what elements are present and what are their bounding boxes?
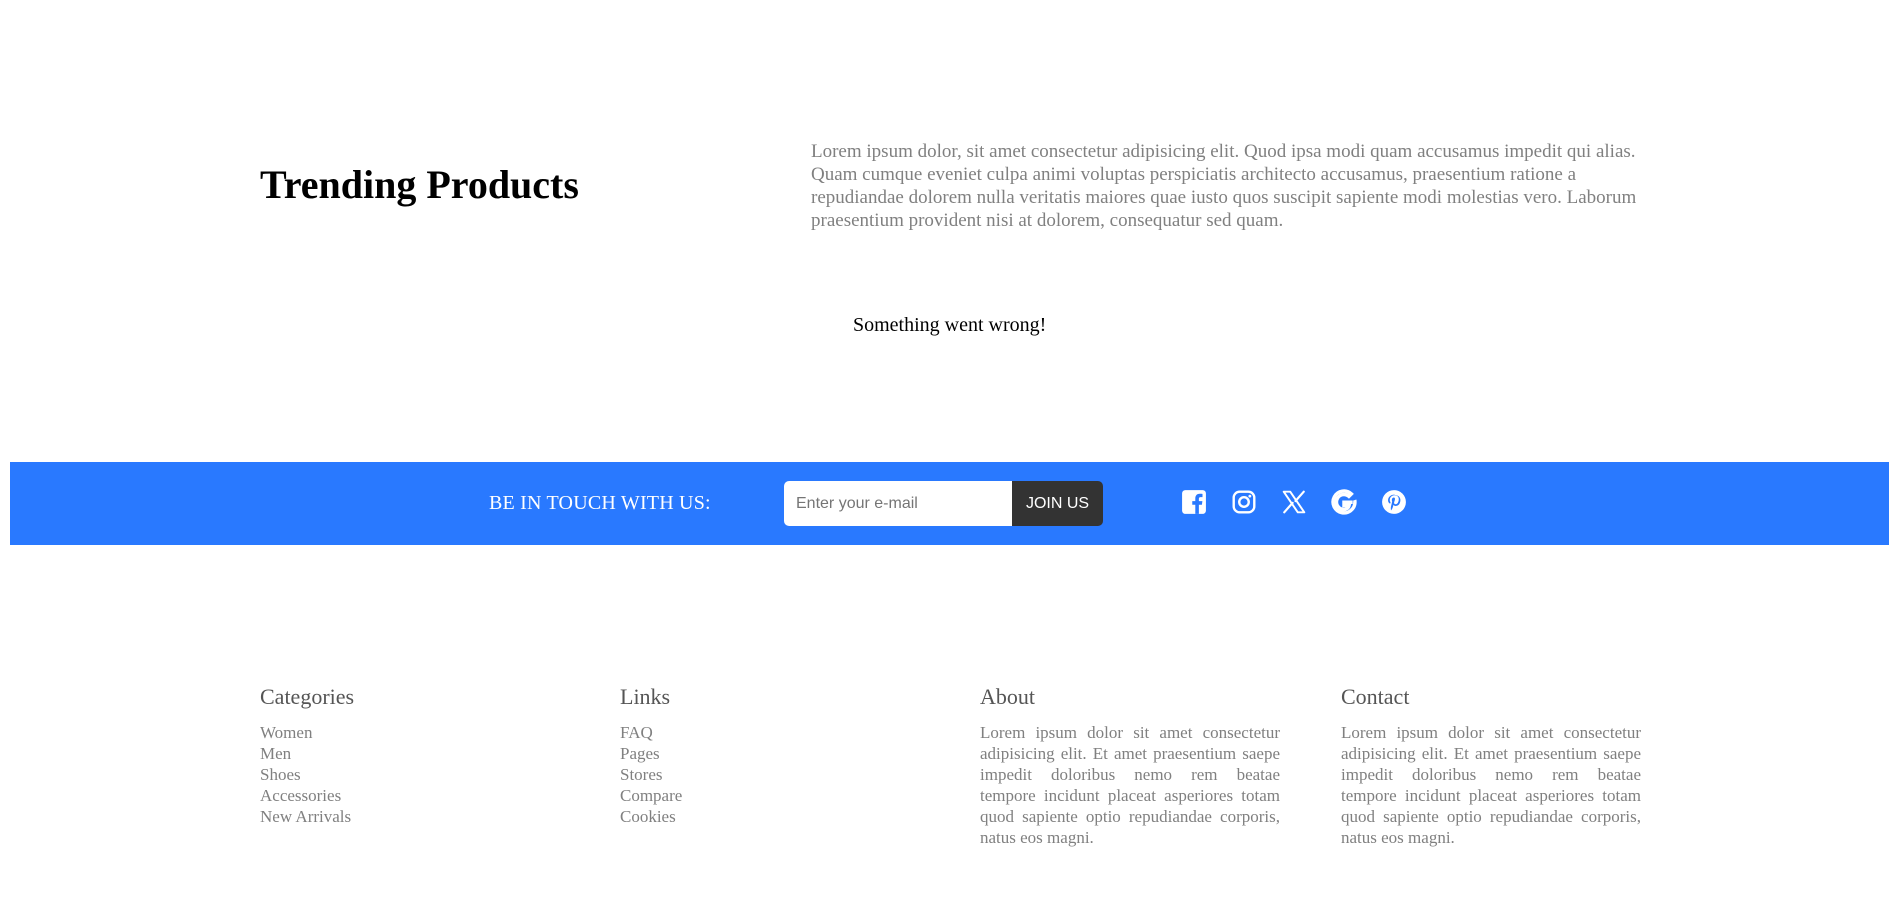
footer-link-compare[interactable]: Compare [620,785,920,806]
category-link-men[interactable]: Men [260,743,560,764]
footer-categories: Categories Women Men Shoes Accessories N… [260,684,560,827]
footer-contact: Contact Lorem ipsum dolor sit amet conse… [1341,684,1641,848]
pinterest-icon[interactable] [1380,488,1408,516]
category-link-accessories[interactable]: Accessories [260,785,560,806]
trending-section: Trending Products Lorem ipsum dolor, sit… [260,120,1640,260]
contact-text: Lorem ipsum dolor sit amet consectetur a… [1341,723,1641,847]
footer-link-cookies[interactable]: Cookies [620,806,920,827]
newsletter-bar: BE IN TOUCH WITH US: JOIN US [10,462,1889,545]
trending-description: Lorem ipsum dolor, sit amet consectetur … [811,141,1637,231]
join-us-button[interactable]: JOIN US [1012,481,1103,526]
newsletter-label: BE IN TOUCH WITH US: [489,492,711,514]
footer-link-stores[interactable]: Stores [620,764,920,785]
contact-heading: Contact [1341,684,1410,709]
social-icons [1180,488,1408,516]
trending-title: Trending Products [260,162,579,207]
links-heading: Links [620,684,671,709]
category-link-new-arrivals[interactable]: New Arrivals [260,806,560,827]
error-message: Something went wrong! [853,314,1047,336]
categories-list: Women Men Shoes Accessories New Arrivals [260,722,560,827]
facebook-icon[interactable] [1180,488,1208,516]
about-heading: About [980,684,1035,709]
footer-links: Links FAQ Pages Stores Compare Cookies [620,684,920,827]
google-icon[interactable] [1330,488,1358,516]
instagram-icon[interactable] [1230,488,1258,516]
footer-link-pages[interactable]: Pages [620,743,920,764]
email-input[interactable] [784,481,1012,526]
footer-link-faq[interactable]: FAQ [620,722,920,743]
x-twitter-icon[interactable] [1280,488,1308,516]
links-list: FAQ Pages Stores Compare Cookies [620,722,920,827]
footer-about: About Lorem ipsum dolor sit amet consect… [980,684,1280,848]
about-text: Lorem ipsum dolor sit amet consectetur a… [980,723,1280,847]
categories-heading: Categories [260,684,355,709]
newsletter-form: JOIN US [784,481,1103,526]
category-link-shoes[interactable]: Shoes [260,764,560,785]
category-link-women[interactable]: Women [260,722,560,743]
